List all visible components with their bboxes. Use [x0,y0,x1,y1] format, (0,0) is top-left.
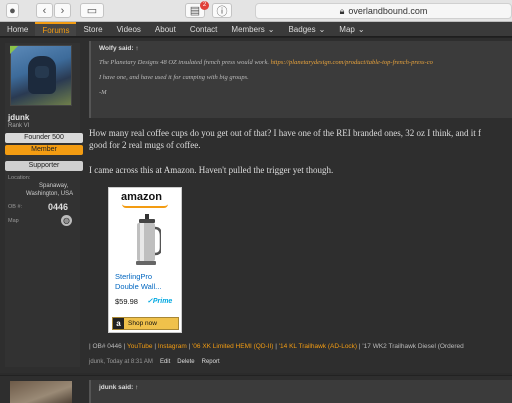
badge-supporter: Supporter [5,161,83,171]
nav-videos[interactable]: Videos [110,22,148,36]
url-text: overlandbound.com [348,6,428,16]
nav-members[interactable]: Members ⌄ [224,22,281,36]
globe-icon[interactable]: ◍ [61,215,72,226]
amazon-logo: amazon [121,191,162,203]
amazon-product-ad[interactable]: amazon SterlingPro Double Wall... $59.98… [108,187,182,333]
quote-line-3: -M [99,89,107,96]
product-price: $59.98 [115,297,138,306]
avatar[interactable] [10,45,72,106]
amazon-a-icon: a [113,318,124,329]
quote-block: Wolfy said: ↑ The Planetary Designs 48 O… [89,41,512,118]
nav-forums[interactable]: Forums [35,22,77,36]
quote-author[interactable]: jdunk said: ↑ [99,384,504,391]
chevron-down-icon: ⌄ [357,24,365,34]
online-indicator-icon [10,46,18,54]
nav-badges[interactable]: Badges ⌄ [281,22,332,36]
user-panel: jdunk Rank VI Founder 500 Member Support… [5,43,83,367]
nav-map[interactable]: Map ⌄ [332,22,371,36]
edit-link[interactable]: Edit [160,359,170,365]
product-title[interactable]: SterlingPro Double Wall... [115,272,161,292]
window-dot-icon: ● [6,3,19,18]
lock-icon: 🔒︎ [339,5,345,16]
post-text-line: good for 2 real mugs of coffee. [89,140,201,150]
badge-member: Member [5,145,83,155]
badge-founder: Founder 500 [5,133,83,143]
forum-post: jdunk said: ↑ [0,375,512,403]
nav-home[interactable]: Home [0,22,35,36]
forward-button[interactable]: › [54,3,71,18]
sig-link-kl[interactable]: '14 KL Trailhawk (AD-Lock) [279,343,357,350]
quote-text: The Planetary Designs 48 OZ insulated fr… [99,59,269,66]
map-label: Map [8,218,19,224]
prime-badge: ✓Prime [147,298,173,305]
quote-author[interactable]: Wolfy said: ↑ [99,45,504,52]
ob-number: 0446 [48,202,69,212]
amazon-smile-icon [122,204,168,208]
chevron-down-icon: ⌄ [318,24,326,34]
delete-link[interactable]: Delete [177,359,194,365]
quote-block: jdunk said: ↑ [89,380,512,403]
sidebar-toggle-icon[interactable]: ▭ [80,3,104,18]
post-byline[interactable]: jdunk, Today at 8:31 AM [89,359,153,365]
quote-line: The Planetary Designs 48 OZ insulated fr… [99,59,504,66]
shop-now-button[interactable]: a Shop now [112,317,179,330]
report-link[interactable]: Report [202,359,220,365]
sig-link-xk[interactable]: '06 XK Limited HEMI (QD-II) [192,343,273,350]
notification-badge: 2 [200,1,209,10]
post-content: Wolfy said: ↑ The Planetary Designs 48 O… [89,38,512,374]
location-value-state: Washington, USA [26,191,74,197]
user-rank: Rank VI [8,123,30,129]
post-meta: jdunk, Today at 8:31 AM Edit Delete Repo… [89,359,220,365]
post-text-line: How many real coffee cups do you get out… [89,128,481,138]
quote-link[interactable]: https://planetarydesign.com/product/tabl… [271,59,433,66]
post-text-line: I came across this at Amazon. Haven't pu… [89,165,334,175]
nav-contact[interactable]: Contact [183,22,225,36]
nav-store[interactable]: Store [76,22,109,36]
sig-link-instagram[interactable]: Instagram [158,343,187,350]
chevron-down-icon: ⌄ [267,24,275,34]
address-bar[interactable]: 🔒︎ overlandbound.com [255,3,512,19]
ob-label: OB #: [8,204,23,210]
info-icon[interactable]: ⓘ [212,3,232,18]
signature: | OB# 0446 | YouTube | Instagram | '06 X… [89,343,464,350]
site-navigation: Home Forums Store Videos About Contact M… [0,22,512,37]
avatar[interactable] [10,381,72,403]
username[interactable]: jdunk [8,113,29,122]
nav-about[interactable]: About [148,22,183,36]
back-button[interactable]: ‹ [36,3,53,18]
forum-post: jdunk Rank VI Founder 500 Member Support… [0,37,512,373]
quote-line-2: I have one, and have used it for camping… [99,74,249,81]
location-label: Location: [8,175,31,181]
browser-toolbar: ● ‹ › ▭ ▤ 2 ⓘ 🔒︎ overlandbound.com [0,0,512,22]
sig-link-youtube[interactable]: YouTube [127,343,153,350]
french-press-image [136,214,161,265]
location-value-city: Spanaway, [39,183,69,189]
